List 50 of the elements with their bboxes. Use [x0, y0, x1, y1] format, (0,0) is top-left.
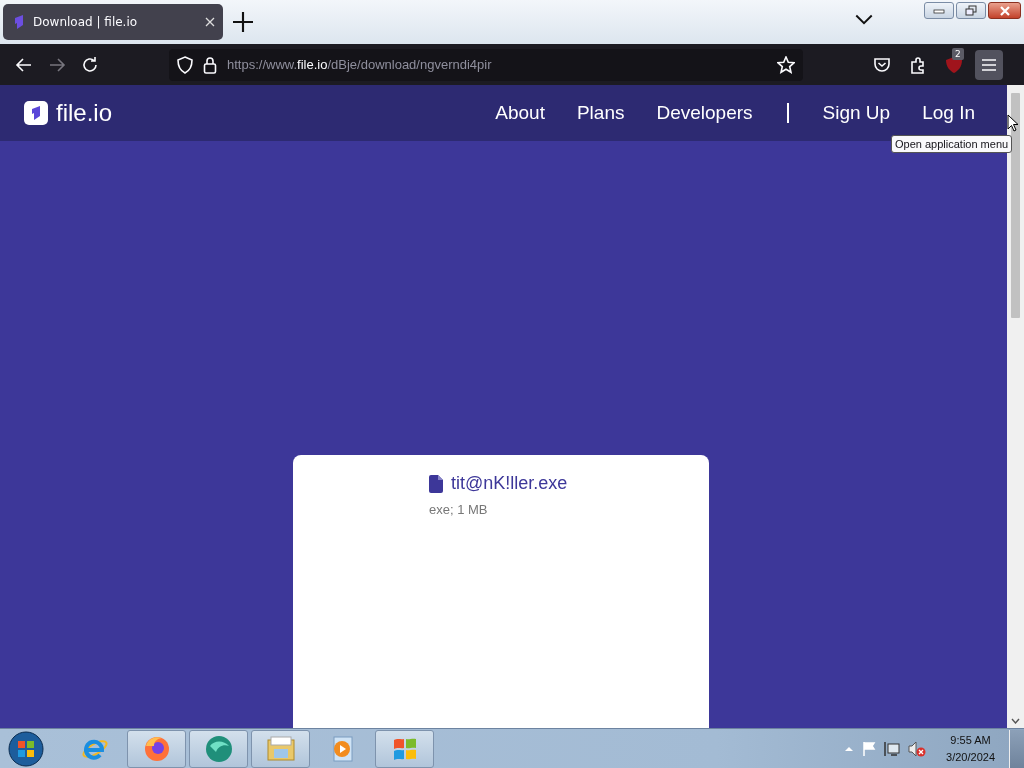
application-menu-button[interactable]	[975, 49, 1003, 80]
show-desktop-button[interactable]	[1009, 729, 1024, 768]
network-monitor-icon[interactable]	[884, 740, 901, 757]
bookmark-star-icon[interactable]	[777, 55, 795, 74]
extension-badge: 2	[952, 47, 964, 60]
close-icon[interactable]	[205, 17, 215, 27]
close-icon	[998, 5, 1011, 16]
taskbar-app-button[interactable]	[189, 729, 248, 768]
restore-button[interactable]	[956, 2, 986, 19]
scrollbar[interactable]	[1007, 85, 1024, 728]
auth-link[interactable]: Sign Up	[822, 102, 891, 124]
close-button[interactable]	[988, 2, 1021, 19]
clock[interactable]: 9:55 AM 3/20/2024	[946, 731, 995, 766]
restore-icon	[965, 5, 977, 16]
reload-icon[interactable]	[81, 55, 99, 74]
speaker-muted-icon[interactable]	[908, 740, 927, 757]
back-icon[interactable]	[15, 55, 33, 74]
lock-icon[interactable]	[203, 55, 217, 74]
shield-icon[interactable]	[177, 55, 193, 74]
new-tab-icon[interactable]	[233, 12, 253, 32]
url-text: https://www.file.io/dBje/download/ngverndi4pir	[227, 57, 493, 72]
minimize-icon	[933, 7, 945, 14]
scrollbar-thumb[interactable]	[1011, 93, 1020, 318]
site-logo-text[interactable]: file.io	[56, 99, 113, 127]
site-logo-icon	[13, 15, 25, 29]
document-icon	[429, 474, 443, 493]
taskbar-app-button[interactable]	[127, 729, 186, 768]
menu-icon	[982, 58, 996, 71]
file-name[interactable]: tit@nK!ller.exe	[451, 473, 568, 494]
globe-app-icon	[203, 733, 234, 764]
clock-date: 3/20/2024	[946, 749, 995, 765]
nav-link[interactable]: Developers	[656, 102, 753, 124]
file-details: exe; 1 MB	[429, 502, 489, 517]
nav-link[interactable]: Plans	[576, 102, 625, 124]
minimize-button[interactable]	[924, 2, 954, 19]
file-logo-icon[interactable]	[24, 101, 48, 125]
pocket-icon[interactable]	[873, 55, 891, 74]
clock-time: 9:55 AM	[949, 732, 992, 748]
mouse-cursor-icon	[1007, 114, 1019, 132]
browser-tab[interactable]: Download | file.io	[3, 4, 223, 40]
address-bar[interactable]: https://www.file.io/dBje/download/ngverndi4pir	[169, 48, 803, 81]
nav-link[interactable]: About	[495, 102, 545, 124]
forward-icon[interactable]	[48, 55, 66, 74]
puzzle-piece-icon[interactable]	[909, 55, 927, 74]
tooltip: Open application menu	[891, 135, 1013, 153]
auth-link[interactable]: Log In	[922, 102, 975, 124]
taskbar-app-button[interactable]	[375, 729, 434, 768]
taskbar-app-button[interactable]	[251, 729, 310, 768]
chevron-down-icon[interactable]	[855, 13, 873, 27]
start-orb-icon[interactable]	[7, 729, 45, 768]
